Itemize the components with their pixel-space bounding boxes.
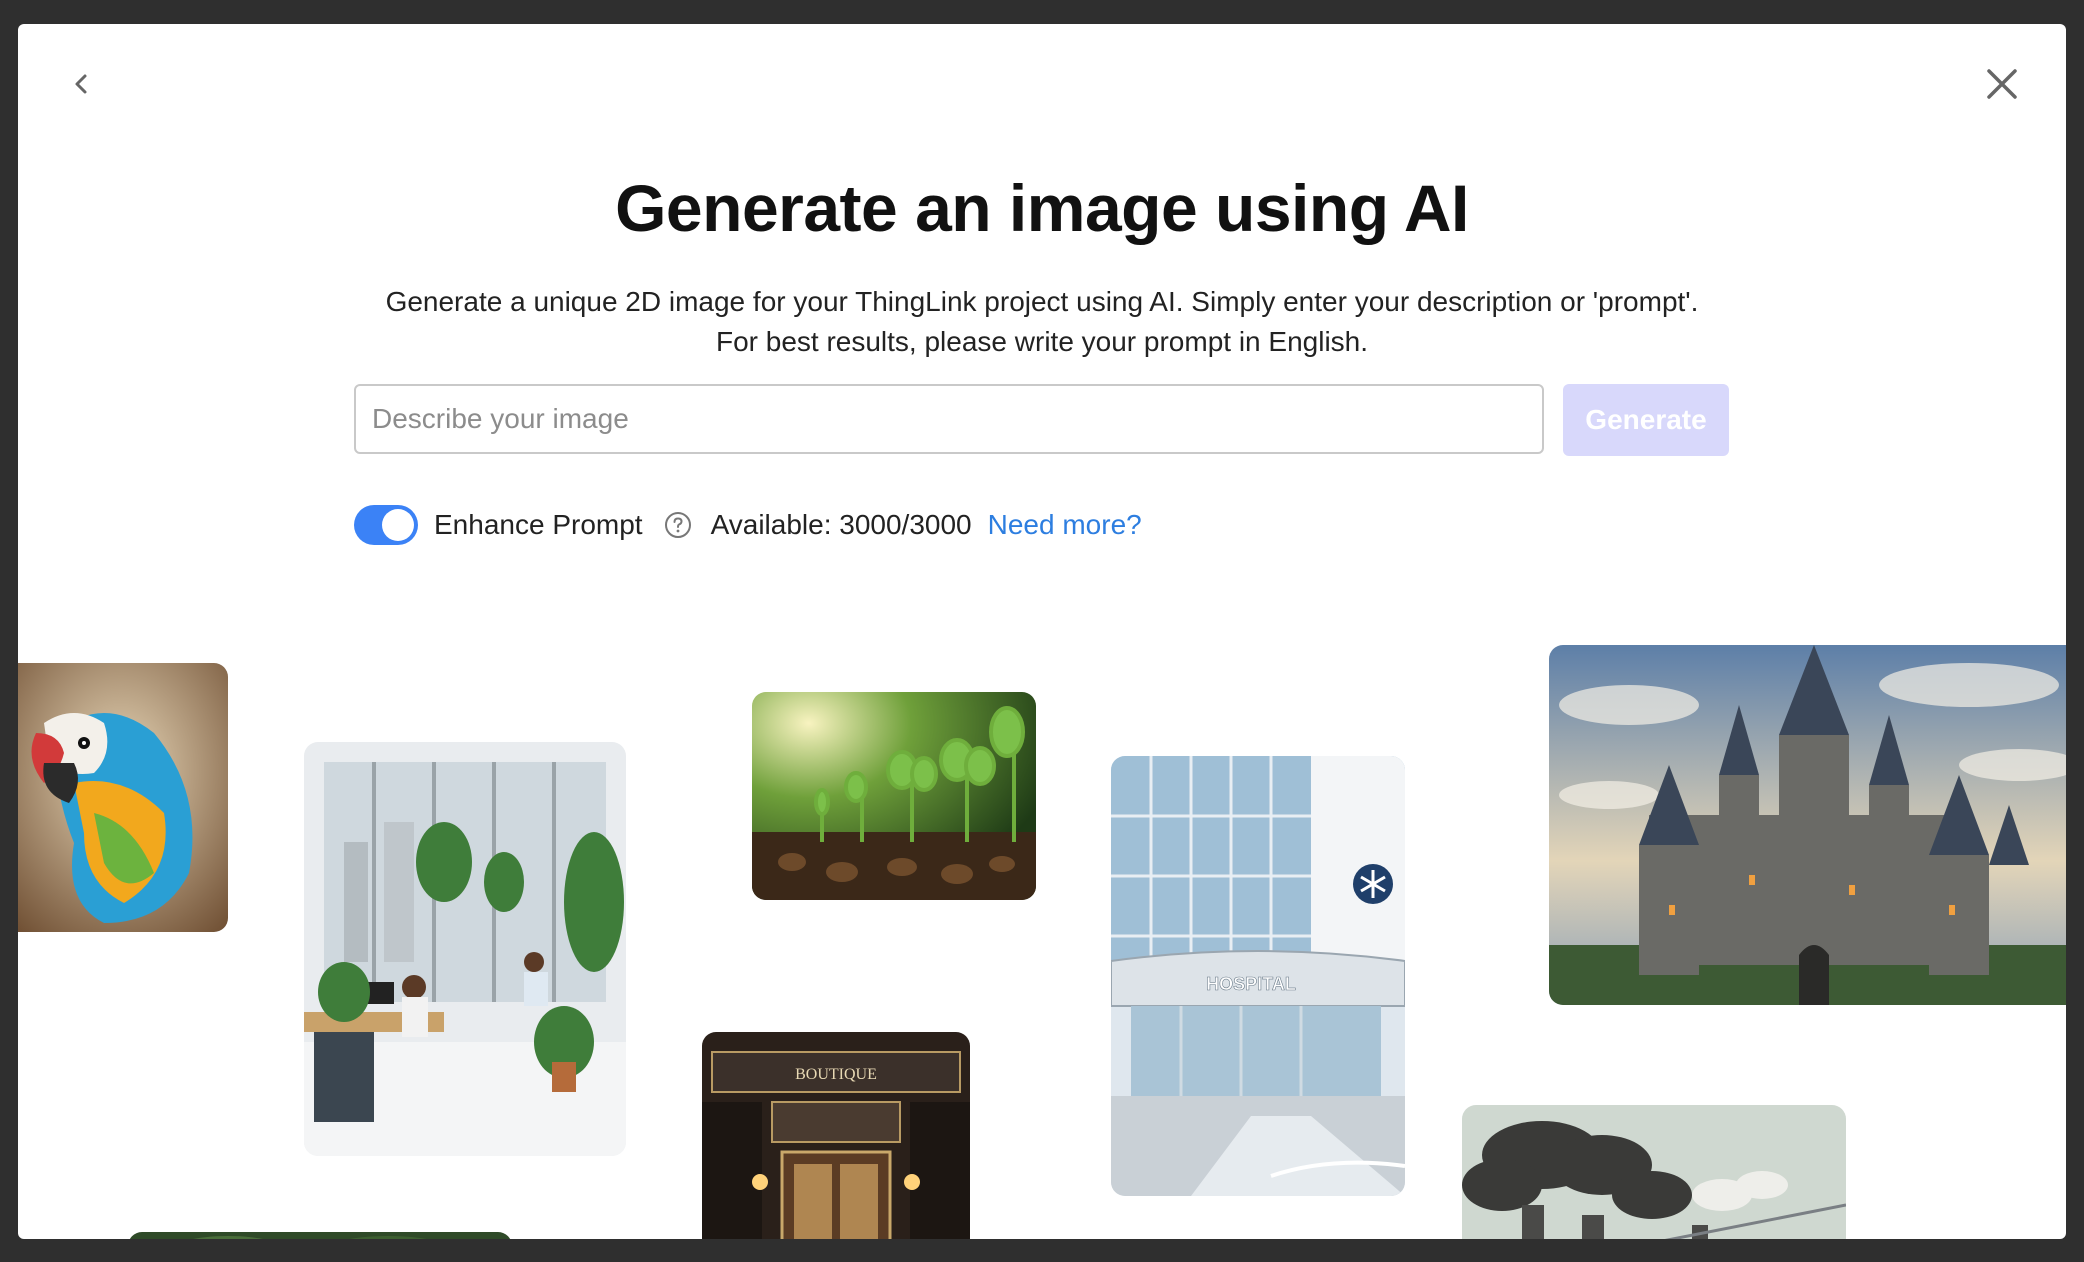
subtitle-line-1: Generate a unique 2D image for your Thin… xyxy=(385,286,1699,317)
question-circle-icon xyxy=(664,512,691,538)
close-button[interactable] xyxy=(1978,60,2026,108)
example-image-office[interactable] xyxy=(304,742,626,1156)
example-image-parrot[interactable] xyxy=(18,663,228,932)
generate-button[interactable]: Generate xyxy=(1563,384,1729,456)
boutique-sign-text: BOUTIQUE xyxy=(795,1066,877,1083)
example-image-factory[interactable] xyxy=(1462,1105,1846,1239)
example-image-castle[interactable] xyxy=(1549,645,2066,1005)
example-image-seedlings[interactable] xyxy=(752,692,1036,900)
toggle-knob xyxy=(382,509,414,541)
need-more-link[interactable]: Need more? xyxy=(988,509,1142,541)
help-button[interactable] xyxy=(663,510,693,540)
credits-available: Available: 3000/3000 xyxy=(710,509,972,540)
hospital-sign-text: HOSPITAL xyxy=(1206,974,1296,994)
chevron-left-icon xyxy=(75,74,87,94)
modal-subtitle: Generate a unique 2D image for your Thin… xyxy=(18,282,2066,362)
enhance-prompt-toggle[interactable] xyxy=(354,505,418,545)
generate-image-modal: Generate an image using AI Generate a un… xyxy=(18,24,2066,1239)
example-image-boutique[interactable]: BOUTIQUE xyxy=(702,1032,970,1239)
example-image-hospital[interactable]: HOSPITAL xyxy=(1111,756,1405,1196)
options-row: Enhance Prompt Available: 3000/3000 Need… xyxy=(354,504,1142,546)
close-icon xyxy=(1987,69,2017,99)
prompt-input[interactable] xyxy=(354,384,1544,454)
back-button[interactable] xyxy=(58,60,106,108)
modal-title: Generate an image using AI xyxy=(615,171,1469,245)
subtitle-line-2: For best results, please write your prom… xyxy=(715,326,1369,357)
example-image-plants[interactable] xyxy=(128,1232,512,1239)
enhance-prompt-label: Enhance Prompt xyxy=(434,509,643,540)
